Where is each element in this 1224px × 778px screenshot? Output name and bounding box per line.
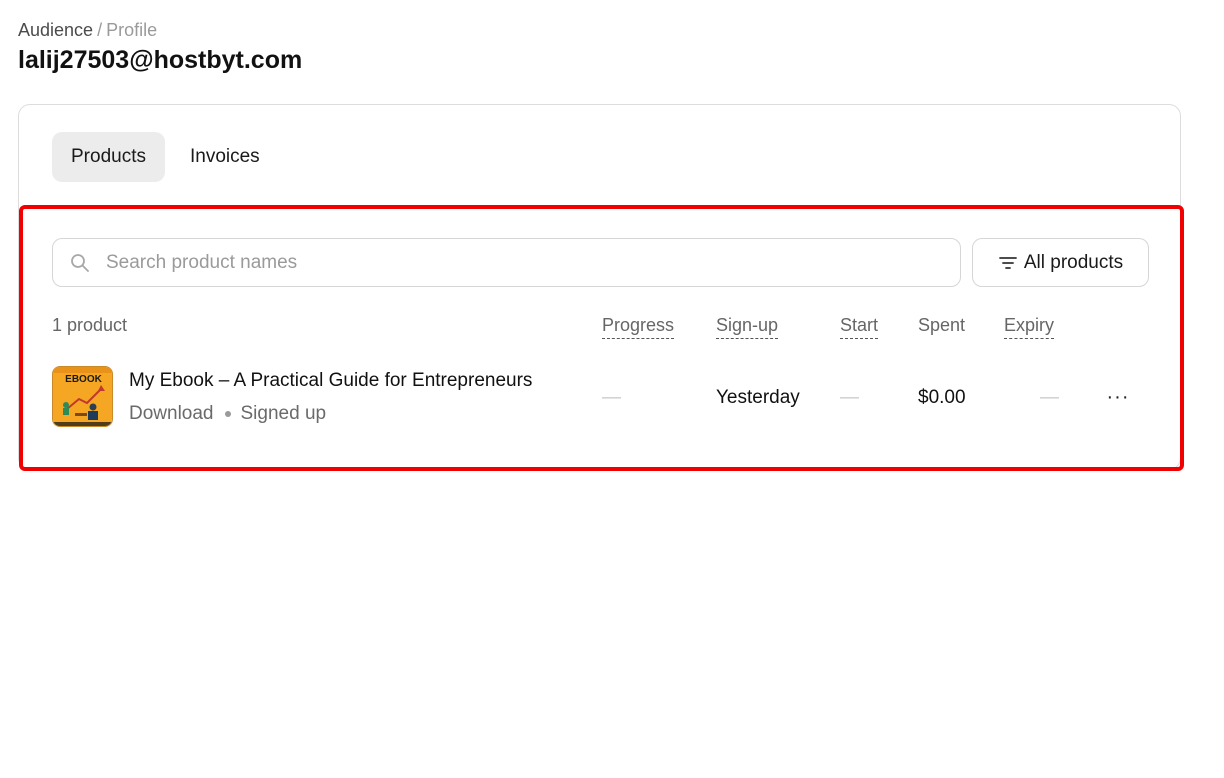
column-header-spent: Spent [918, 315, 966, 335]
row-more-options-button[interactable]: ··· [1102, 384, 1134, 410]
cell-start: — [840, 387, 859, 408]
more-horizontal-icon: ··· [1106, 385, 1130, 408]
breadcrumb-audience-link[interactable]: Audience [18, 20, 93, 40]
tab-invoices[interactable]: Invoices [171, 132, 279, 182]
product-thumbnail[interactable]: EBOOK [52, 366, 113, 427]
page-title: lalij27503@hostbyt.com [18, 46, 303, 74]
column-header-progress[interactable]: Progress [602, 314, 675, 339]
thumbnail-title-text: EBOOK [65, 374, 102, 385]
meta-separator-dot [224, 410, 231, 417]
product-title-link[interactable]: My Ebook – A Practical Guide for Entrepr… [129, 369, 532, 392]
all-products-filter-button[interactable]: All products [972, 238, 1149, 287]
breadcrumb-current: Profile [106, 20, 158, 40]
search-icon [70, 253, 90, 273]
product-status: Signed up [240, 403, 327, 424]
search-input[interactable] [106, 247, 926, 278]
filter-lines-icon [998, 255, 1018, 271]
search-box [52, 238, 961, 287]
cell-progress: — [602, 387, 621, 408]
cell-expiry: — [1040, 387, 1059, 408]
cell-spent: $0.00 [918, 387, 966, 408]
tab-products[interactable]: Products [52, 132, 165, 182]
product-meta: Download Signed up [129, 402, 326, 425]
product-count: 1 product [52, 315, 128, 335]
product-type: Download [129, 403, 214, 424]
page: Audience / Profile lalij27503@hostbyt.com … [0, 0, 1224, 778]
column-header-expiry[interactable]: Expiry [1004, 314, 1055, 339]
cell-signup: Yesterday [716, 387, 800, 408]
column-header-signup[interactable]: Sign-up [716, 314, 779, 339]
column-header-start[interactable]: Start [840, 314, 879, 339]
breadcrumb-separator: / [97, 20, 103, 40]
tab-bar: Products Invoices [52, 132, 279, 182]
filter-label: All products [1023, 251, 1124, 273]
breadcrumb: Audience / Profile [18, 19, 157, 41]
